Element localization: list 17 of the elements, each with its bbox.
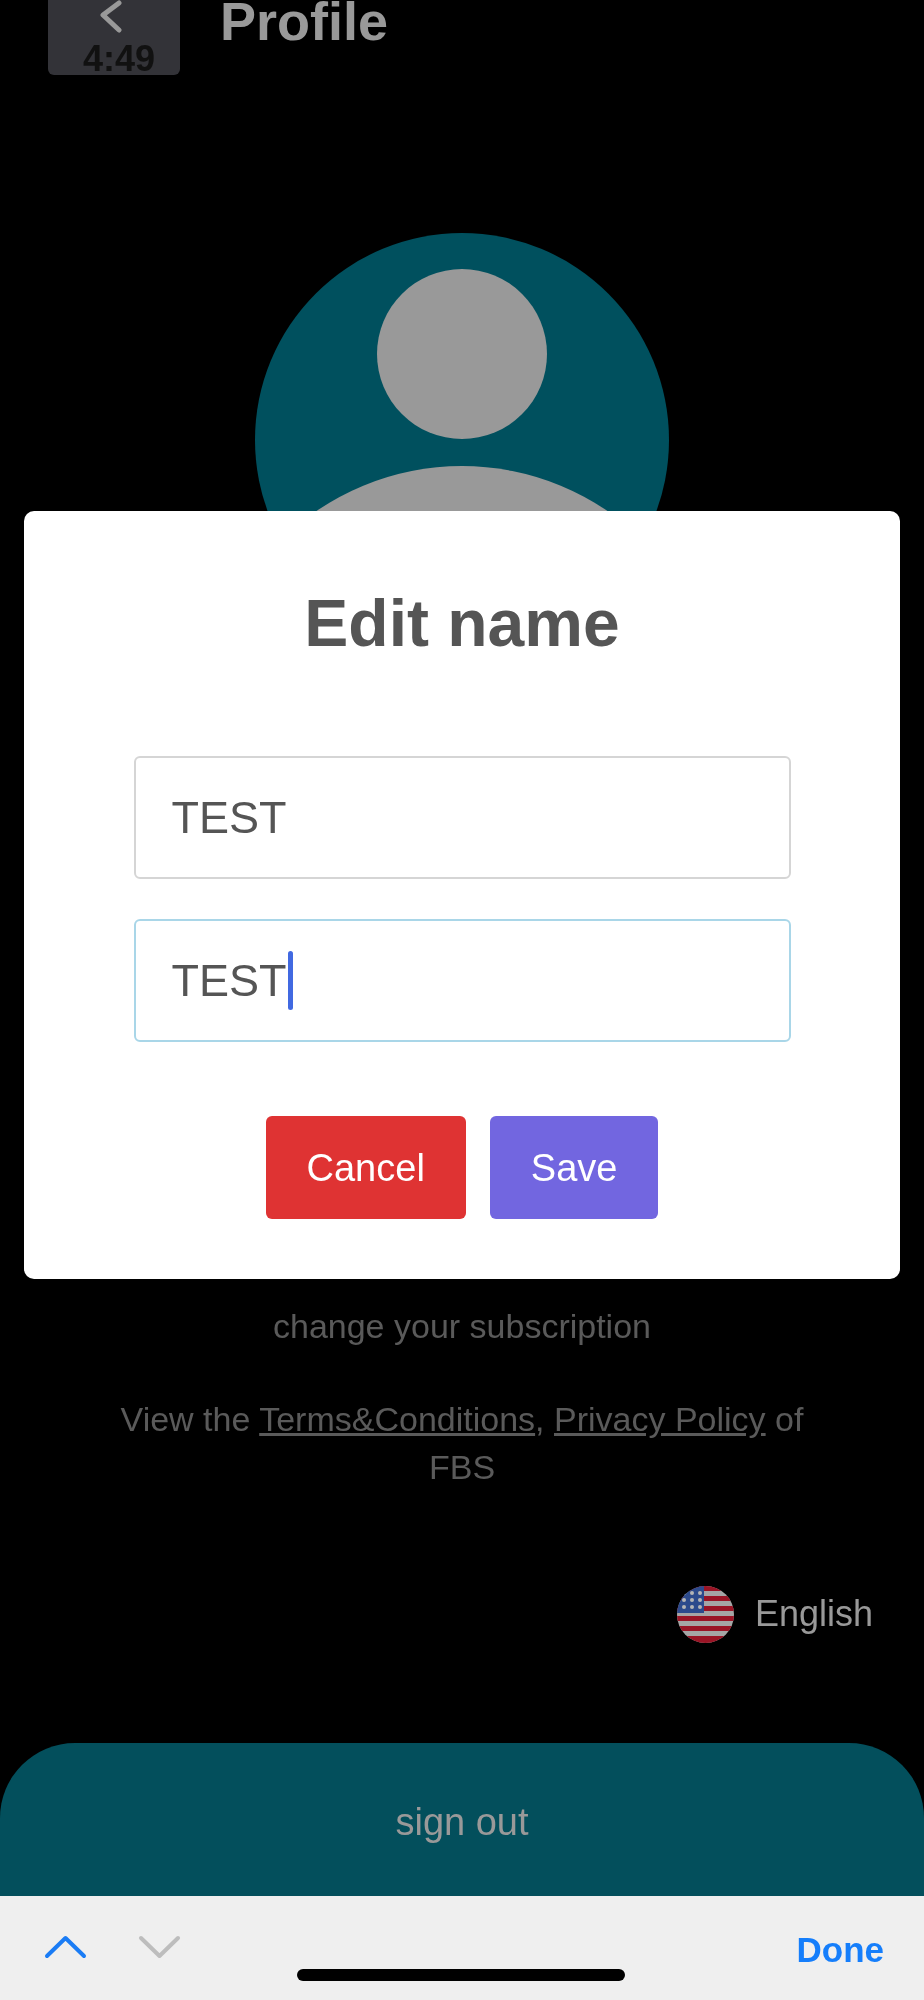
save-button[interactable]: Save	[489, 1116, 659, 1219]
sign-out-button[interactable]: sign out	[0, 1743, 924, 1896]
legal-note: View the Terms&Conditions, Privacy Policy of FBS	[119, 1399, 805, 1488]
done-button[interactable]: Done	[796, 1930, 884, 1970]
dialog-title: Edit name	[304, 585, 620, 662]
cancel-button[interactable]: Cancel	[265, 1116, 466, 1219]
back-button[interactable]	[48, 0, 180, 75]
text-cursor-icon	[287, 951, 293, 1010]
language-selector[interactable]: English	[676, 1585, 873, 1643]
legal-link[interactable]: Privacy Policy	[554, 1400, 766, 1438]
chevron-left-icon	[98, 0, 124, 33]
legal-link[interactable]: Terms&Conditions	[259, 1400, 536, 1438]
name-field[interactable]: TEST	[133, 919, 791, 1042]
subscription-note: change your subscription	[272, 1306, 652, 1347]
page-title: Profile	[220, 0, 389, 42]
chevron-up-icon[interactable]	[44, 1935, 87, 1959]
name-field[interactable]: TEST	[133, 756, 791, 879]
